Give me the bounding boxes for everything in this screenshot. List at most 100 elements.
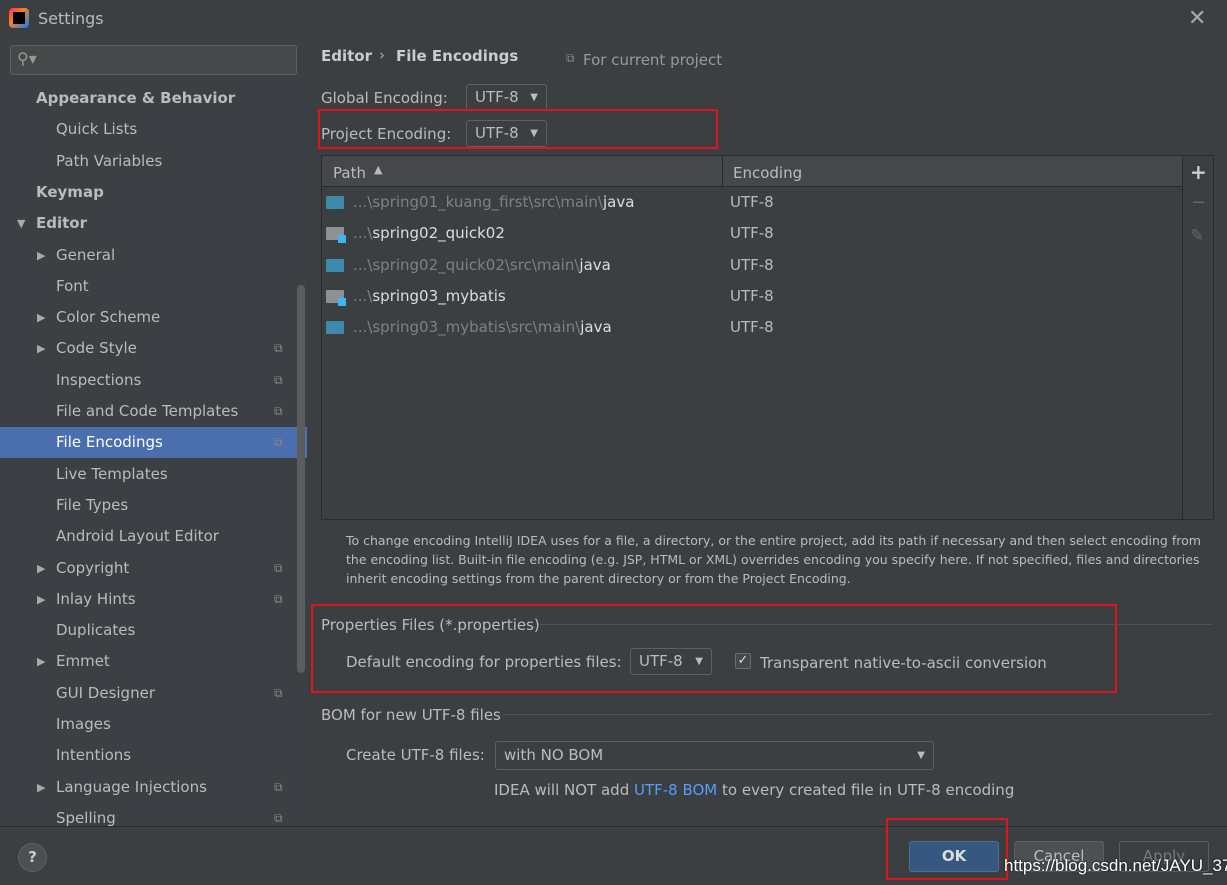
table-row[interactable]: ...\spring03_mybatis\src\main\java UTF-8 (322, 312, 1182, 343)
table-row[interactable]: ...\spring02_quick02\src\main\java UTF-8 (322, 250, 1182, 281)
sidebar-item-inspections[interactable]: Inspections ⧉ (0, 365, 307, 396)
sidebar-item-live-templates[interactable]: Live Templates (0, 459, 307, 490)
breadcrumb-parent[interactable]: Editor (321, 47, 372, 65)
sidebar-item-images[interactable]: Images (0, 709, 307, 740)
properties-encoding-label: Default encoding for properties files: (346, 653, 622, 671)
chevron-down-icon: ▼ (530, 128, 538, 139)
sidebar-item-label: Duplicates (56, 621, 136, 640)
sidebar-item-label: Inspections (56, 370, 142, 389)
project-scope-icon: ⧉ (566, 51, 575, 65)
row-encoding[interactable]: UTF-8 (730, 218, 774, 249)
collapsed-arrow-icon[interactable]: ▶ (37, 646, 45, 677)
path-encoding-table: Path ▲ Encoding ...\spring01_kuang_first… (321, 155, 1183, 520)
sidebar-item-file-encodings[interactable]: File Encodings ⧉ (0, 427, 307, 459)
sidebar-item-label: Code Style (56, 339, 137, 358)
create-utf8-label: Create UTF-8 files: (346, 746, 485, 764)
collapsed-arrow-icon[interactable]: ▶ (37, 302, 45, 333)
sidebar-item-gui-designer[interactable]: GUI Designer ⧉ (0, 678, 307, 709)
row-encoding[interactable]: UTF-8 (730, 250, 774, 281)
sidebar-item-label: Language Injections (56, 777, 207, 796)
path-name: java (579, 255, 611, 274)
utf8-bom-link[interactable]: UTF-8 BOM (634, 781, 717, 799)
sidebar-item-copyright[interactable]: ▶ Copyright ⧉ (0, 553, 307, 584)
path-name: java (602, 193, 635, 211)
row-encoding[interactable]: UTF-8 (730, 281, 774, 312)
column-path[interactable]: Path (333, 164, 366, 182)
chevron-down-icon: ▼ (530, 92, 538, 103)
sidebar-item-keymap[interactable]: Keymap (0, 177, 307, 208)
sidebar-item-label: Editor (36, 214, 87, 233)
intellij-logo-icon (9, 8, 29, 28)
project-scope-icon: ⧉ (274, 560, 283, 575)
column-encoding[interactable]: Encoding (733, 164, 802, 182)
search-icon: ⚲▾ (17, 49, 37, 68)
ok-button[interactable]: OK (909, 841, 999, 872)
add-icon[interactable]: + (1190, 160, 1207, 184)
sidebar-item-color-scheme[interactable]: ▶ Color Scheme (0, 302, 307, 333)
table-row[interactable]: ...\spring01_kuang_first\src\main\java U… (322, 187, 1182, 218)
sidebar-item-label: File Types (56, 495, 129, 514)
sidebar-item-intentions[interactable]: Intentions (0, 740, 307, 771)
collapsed-arrow-icon[interactable]: ▶ (37, 333, 45, 364)
bom-section-title: BOM for new UTF-8 files (321, 706, 501, 724)
table-header: Path ▲ Encoding (322, 156, 1182, 187)
scope-label: For current project (583, 51, 723, 69)
collapsed-arrow-icon[interactable]: ▶ (37, 553, 45, 584)
sidebar-item-label: Color Scheme (56, 308, 161, 327)
sidebar-item-font[interactable]: Font (0, 271, 307, 302)
sidebar-item-label: Keymap (36, 182, 104, 201)
expanded-arrow-icon[interactable]: ▼ (17, 208, 25, 239)
sidebar-item-appearance-behavior[interactable]: Appearance & Behavior (0, 83, 307, 114)
properties-encoding-select[interactable]: UTF-8 ▼ (630, 648, 712, 675)
sidebar-item-language-injections[interactable]: ▶ Language Injections ⧉ (0, 772, 307, 803)
sidebar-item-editor[interactable]: ▼ Editor (0, 208, 307, 239)
project-encoding-select[interactable]: UTF-8 ▼ (466, 120, 547, 147)
sidebar-item-general[interactable]: ▶ General (0, 240, 307, 271)
sidebar-item-label: GUI Designer (56, 683, 155, 702)
module-folder-icon (326, 227, 346, 244)
edit-icon[interactable]: ✎ (1190, 226, 1204, 246)
table-row[interactable]: ...\spring03_mybatis UTF-8 (322, 281, 1182, 312)
title-bar: Settings ✕ (0, 0, 1227, 36)
path-name: spring02_quick02 (372, 224, 505, 243)
sidebar-item-file-and-code-templates[interactable]: File and Code Templates ⧉ (0, 396, 307, 427)
global-encoding-select[interactable]: UTF-8 ▼ (466, 84, 547, 111)
native-to-ascii-label[interactable]: Transparent native-to-ascii conversion (760, 654, 1047, 672)
properties-section-title: Properties Files (*.properties) (321, 616, 540, 634)
sidebar-item-code-style[interactable]: ▶ Code Style ⧉ (0, 333, 307, 364)
sidebar-item-inlay-hints[interactable]: ▶ Inlay Hints ⧉ (0, 584, 307, 615)
close-icon[interactable]: ✕ (1188, 6, 1206, 31)
path-name: java (580, 318, 612, 337)
remove-icon[interactable]: − (1191, 192, 1206, 213)
row-encoding[interactable]: UTF-8 (730, 187, 774, 218)
search-input[interactable]: ⚲▾ (10, 45, 297, 75)
module-folder-icon (326, 289, 346, 306)
table-toolbar: + − ✎ (1183, 155, 1214, 520)
sidebar-item-emmet[interactable]: ▶ Emmet (0, 646, 307, 677)
project-scope-icon: ⧉ (274, 372, 283, 387)
help-button[interactable]: ? (18, 843, 47, 872)
sidebar-item-duplicates[interactable]: Duplicates (0, 615, 307, 646)
sidebar-item-quick-lists[interactable]: Quick Lists (0, 114, 307, 145)
row-encoding[interactable]: UTF-8 (730, 312, 774, 343)
sidebar-item-android-layout-editor[interactable]: Android Layout Editor (0, 521, 307, 552)
sidebar-item-file-types[interactable]: File Types (0, 490, 307, 521)
sidebar-item-path-variables[interactable]: Path Variables (0, 146, 307, 177)
sidebar-item-label: Font (56, 276, 89, 295)
path-name: spring03_mybatis (372, 286, 506, 305)
global-encoding-label: Global Encoding: (321, 89, 448, 107)
sidebar-item-label: File Encodings (56, 433, 163, 452)
sidebar-item-label: Intentions (56, 746, 132, 765)
bom-select[interactable]: with NO BOM ▼ (495, 741, 934, 770)
project-scope-icon: ⧉ (274, 779, 283, 794)
collapsed-arrow-icon[interactable]: ▶ (37, 240, 45, 271)
sidebar-scrollbar[interactable] (297, 285, 305, 673)
collapsed-arrow-icon[interactable]: ▶ (37, 772, 45, 803)
collapsed-arrow-icon[interactable]: ▶ (37, 584, 45, 615)
table-row[interactable]: ...\spring02_quick02 UTF-8 (322, 218, 1182, 249)
project-scope-icon: ⧉ (274, 435, 283, 450)
chevron-down-icon: ▼ (917, 750, 925, 761)
source-folder-icon (326, 258, 344, 272)
path-prefix: ...\ (353, 224, 373, 243)
native-to-ascii-checkbox[interactable]: ✓ (735, 653, 751, 669)
